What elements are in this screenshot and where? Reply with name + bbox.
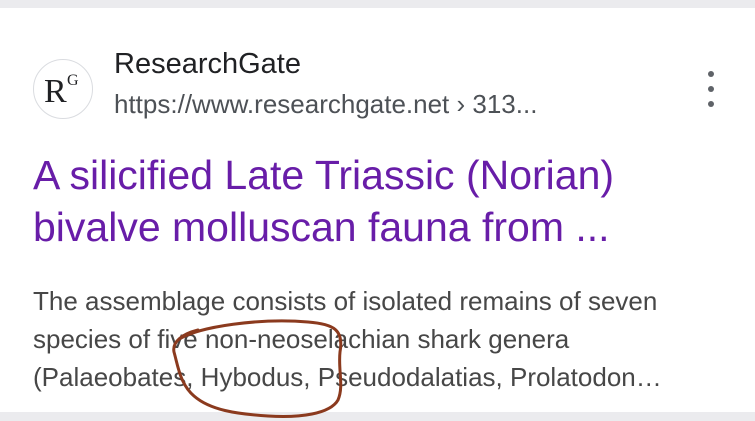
more-vertical-icon[interactable]: [697, 71, 725, 107]
result-title-link[interactable]: A silicified Late Triassic (Norian) biva…: [33, 149, 723, 253]
result-title-line: bivalve molluscan fauna from ...: [33, 204, 610, 250]
kebab-dot: [708, 86, 714, 92]
snippet-line: The assemblage consists of isolated rema…: [33, 286, 658, 316]
search-result-card: R G ResearchGate https://www.researchgat…: [0, 8, 755, 412]
kebab-dot: [708, 71, 714, 77]
result-title-line: A silicified Late Triassic (Norian): [33, 152, 615, 198]
svg-text:G: G: [67, 72, 79, 89]
site-url[interactable]: https://www.researchgate.net › 313...: [114, 89, 537, 120]
site-name[interactable]: ResearchGate: [114, 48, 301, 81]
result-snippet: The assemblage consists of isolated rema…: [33, 282, 733, 396]
svg-text:R: R: [44, 73, 67, 109]
researchgate-logo-icon[interactable]: R G: [33, 59, 93, 119]
snippet-line: species of five non-neoselachian shark g…: [33, 324, 570, 354]
snippet-line: (Palaeobates, Hybodus, Pseudodalatias, P…: [33, 362, 662, 392]
kebab-dot: [708, 101, 714, 107]
